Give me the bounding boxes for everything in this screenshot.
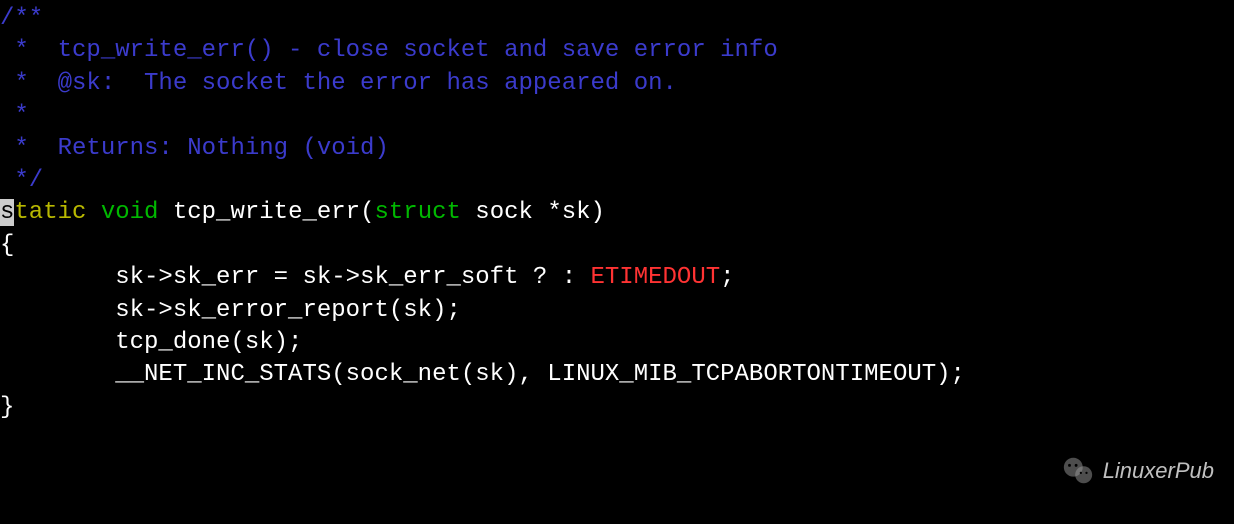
- open-brace: {: [0, 230, 1234, 262]
- close-brace: }: [0, 392, 1234, 424]
- code-line: tcp_done(sk);: [0, 327, 1234, 359]
- macro-etimedout: ETIMEDOUT: [591, 264, 721, 291]
- comment-line: * Returns: Nothing (void): [0, 133, 1234, 165]
- code-text: sk->sk_err = sk->sk_err_soft ? :: [0, 264, 591, 291]
- keyword-struct: struct: [374, 199, 460, 226]
- code-line: __NET_INC_STATS(sock_net(sk), LINUX_MIB_…: [0, 359, 1234, 391]
- code-line: sk->sk_err = sk->sk_err_soft ? : ETIMEDO…: [0, 262, 1234, 294]
- comment-line: * tcp_write_err() - close socket and sav…: [0, 35, 1234, 67]
- function-name: tcp_write_err(: [173, 199, 375, 226]
- code-line: sk->sk_error_report(sk);: [0, 295, 1234, 327]
- cursor-position: s: [0, 199, 14, 226]
- keyword-static: tatic: [14, 199, 86, 226]
- comment-line: * @sk: The socket the error has appeared…: [0, 68, 1234, 100]
- watermark: LinuxerPub: [1061, 454, 1214, 488]
- comment-line: *: [0, 100, 1234, 132]
- function-signature: static void tcp_write_err(struct sock *s…: [0, 197, 1234, 229]
- comment-line: */: [0, 165, 1234, 197]
- wechat-icon: [1061, 454, 1095, 488]
- code-text: ;: [720, 264, 734, 291]
- code-editor[interactable]: /** * tcp_write_err() - close socket and…: [0, 3, 1234, 424]
- comment-line: /**: [0, 3, 1234, 35]
- keyword-void: void: [101, 199, 159, 226]
- watermark-text: LinuxerPub: [1103, 456, 1214, 486]
- param-text: sock *sk): [461, 199, 605, 226]
